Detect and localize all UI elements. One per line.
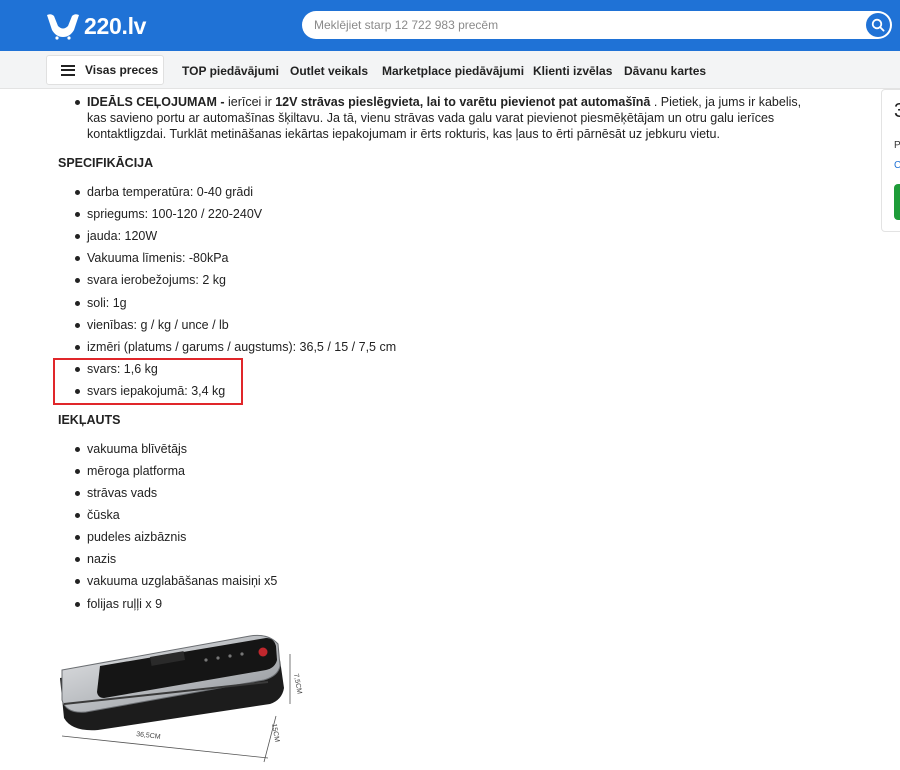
search-icon [871, 18, 885, 32]
search-input[interactable] [314, 11, 844, 39]
category-navbar: Visas preces TOP piedāvājumi Outlet veik… [0, 51, 900, 89]
spec-heading: SPECIFIKĀCIJA [58, 156, 154, 170]
nav-item-clients-choose[interactable]: Klienti izvēlas [533, 64, 612, 78]
bullet-icon [75, 256, 80, 261]
price-fragment: 3 [894, 100, 900, 123]
vacuum-sealer-illustration: 36,5CM 15CM 7,5CM [60, 634, 303, 763]
ideal-text-1: ierīcei ir [224, 95, 276, 109]
top-header: 220.lv [0, 0, 900, 51]
ideal-lead: IDEĀLS CEĻOJUMAM - [87, 95, 225, 109]
menu-button-label: Visas preces [85, 63, 159, 77]
dim-width-label: 36,5CM [136, 731, 161, 741]
purchase-card: 3 P C [881, 89, 900, 232]
product-image: 36,5CM 15CM 7,5CM [58, 622, 318, 765]
nav-item-gift-cards[interactable]: Dāvanu kartes [624, 64, 706, 78]
highlight-box [53, 358, 243, 405]
cart-logo-icon [47, 14, 79, 40]
ideal-bold-2: 12V strāvas pieslēgvieta, lai to varētu … [275, 95, 651, 109]
nav-item-marketplace[interactable]: Marketplace piedāvājumi [382, 64, 524, 78]
bullet-icon [75, 345, 80, 350]
bullet-icon [75, 469, 80, 474]
included-heading: IEKĻAUTS [58, 413, 121, 427]
bullet-icon [75, 100, 80, 105]
bullet-icon [75, 447, 80, 452]
list-item: IDEĀLS CEĻOJUMAM - ierīcei ir 12V strāva… [58, 94, 818, 142]
bullet-icon [75, 557, 80, 562]
bullet-icon [75, 491, 80, 496]
bullet-icon [75, 602, 80, 607]
product-description: IDEĀLS CEĻOJUMAM - ierīcei ir 12V strāva… [58, 94, 818, 142]
site-logo[interactable]: 220.lv [46, 10, 146, 42]
bullet-icon [75, 234, 80, 239]
add-to-cart-button[interactable] [894, 184, 900, 220]
search-bar [302, 11, 892, 39]
logo-text: 220.lv [84, 12, 147, 39]
bullet-icon [75, 513, 80, 518]
hamburger-icon [61, 64, 75, 76]
bullet-icon [75, 535, 80, 540]
nav-item-top-offers[interactable]: TOP piedāvājumi [182, 64, 279, 78]
bullet-icon [75, 323, 80, 328]
bullet-icon [75, 212, 80, 217]
bullet-icon [75, 579, 80, 584]
card-text-fragment: P [894, 140, 900, 151]
card-link-fragment[interactable]: C [894, 160, 900, 171]
bullet-icon [75, 190, 80, 195]
bullet-icon [75, 278, 80, 283]
search-button[interactable] [866, 13, 890, 37]
dim-height-label: 7,5CM [292, 673, 303, 695]
nav-item-outlet[interactable]: Outlet veikals [290, 64, 368, 78]
all-products-menu-button[interactable]: Visas preces [46, 55, 164, 85]
bullet-icon [75, 301, 80, 306]
